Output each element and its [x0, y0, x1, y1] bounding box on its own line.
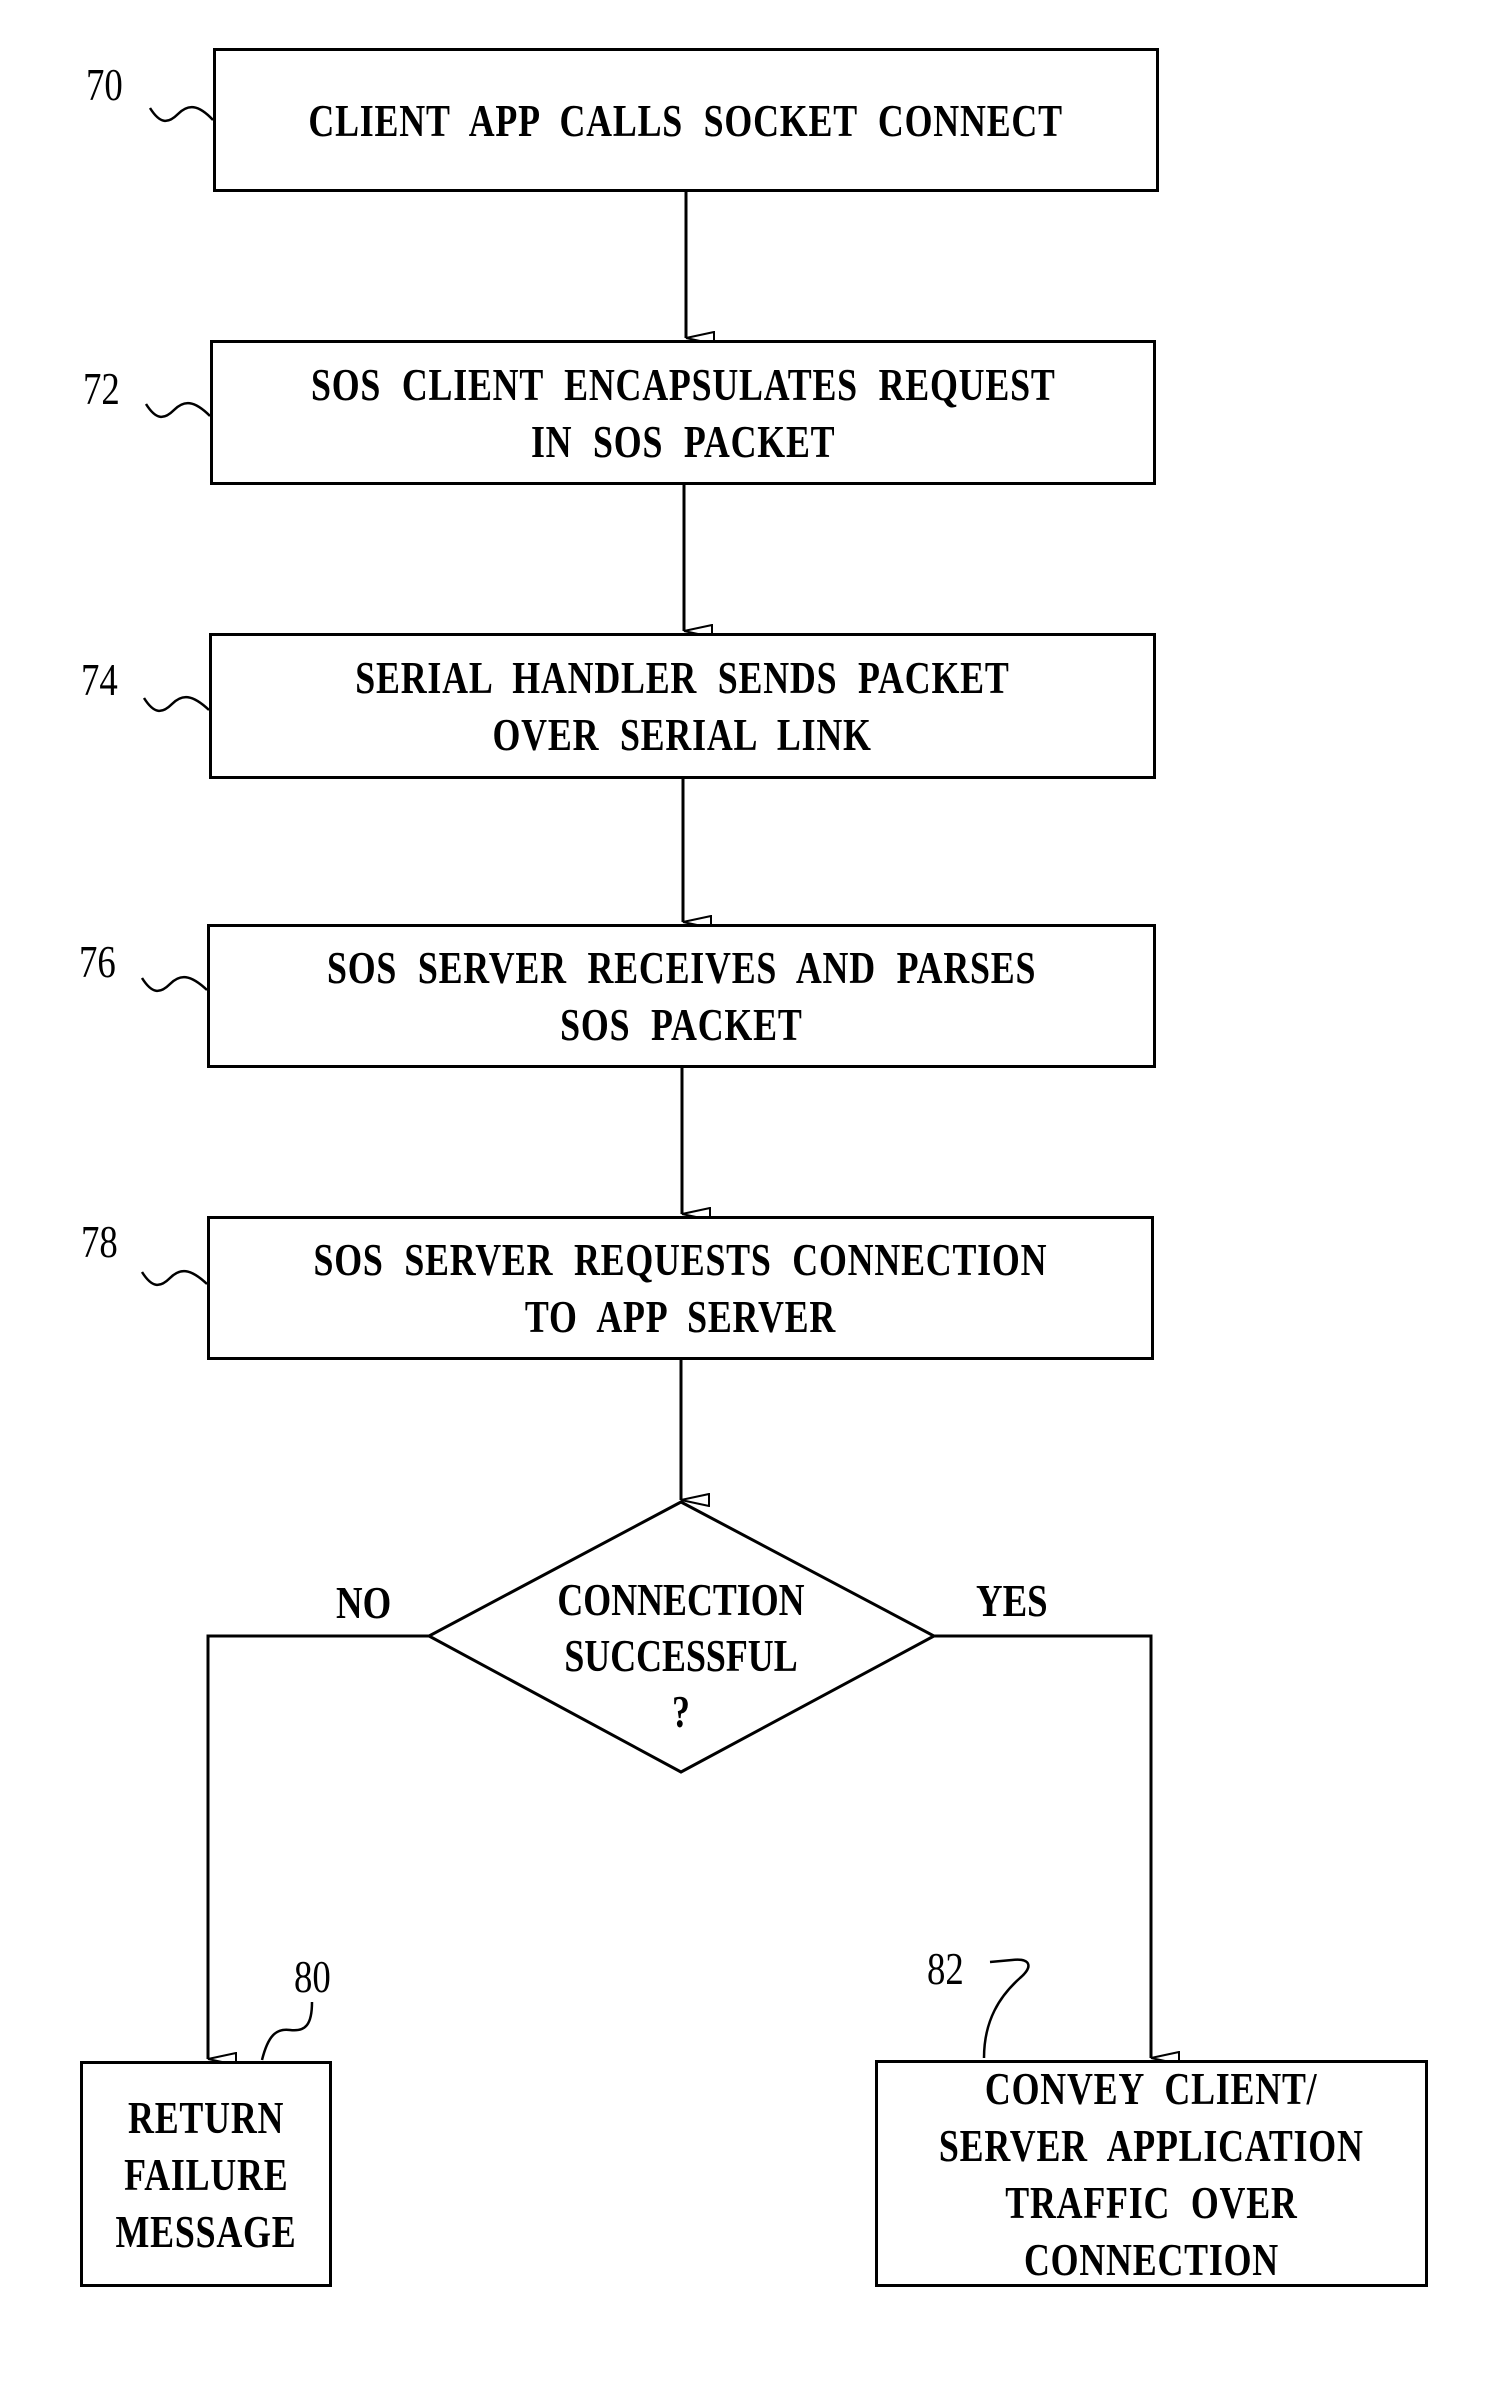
- step-72-text-line2: IN SOS PACKET: [530, 415, 836, 467]
- yes-branch-connector: [934, 1634, 1151, 2058]
- step-76-text-line1: SOS SERVER RECEIVES AND PARSES: [326, 942, 1037, 993]
- leader-80: [260, 2001, 314, 2061]
- leader-78: [140, 1270, 208, 1286]
- ref-78: 78: [81, 1216, 118, 1267]
- step-72-text-line1: SOS CLIENT ENCAPSULATES REQUEST: [310, 358, 1056, 410]
- leader-82: [982, 1958, 1030, 2059]
- step-74-box: SERIAL HANDLER SENDS PACKET OVER SERIAL …: [209, 633, 1156, 779]
- step-72-box: SOS CLIENT ENCAPSULATES REQUEST IN SOS P…: [210, 340, 1156, 485]
- decision-text-line3: ?: [672, 1686, 690, 1737]
- ref-80: 80: [294, 1951, 331, 2002]
- outcome-80-text-line2: FAILURE: [123, 2148, 289, 2200]
- ref-74: 74: [81, 654, 118, 705]
- outcome-82-text-line4: CONNECTION: [1023, 2233, 1280, 2285]
- outcome-82-text-line1: CONVEY CLIENT/: [985, 2062, 1318, 2114]
- step-78-text-line1: SOS SERVER REQUESTS CONNECTION: [313, 1234, 1048, 1285]
- ref-76: 76: [79, 936, 116, 987]
- decision-text-line1: CONNECTION: [557, 1574, 805, 1625]
- step-78-box: SOS SERVER REQUESTS CONNECTION TO APP SE…: [207, 1216, 1154, 1360]
- no-branch-label: NO: [336, 1577, 392, 1628]
- ref-82: 82: [927, 1943, 964, 1994]
- step-70-box: CLIENT APP CALLS SOCKET CONNECT: [213, 48, 1159, 192]
- decision-text: CONNECTION SUCCESSFUL ?: [481, 1572, 881, 1740]
- outcome-82-text-line2: SERVER APPLICATION: [939, 2119, 1364, 2171]
- ref-70: 70: [86, 59, 123, 110]
- step-74-text-line2: OVER SERIAL LINK: [492, 709, 873, 760]
- step-76-text-line2: SOS PACKET: [560, 999, 803, 1050]
- outcome-82-text-line3: TRAFFIC OVER: [1005, 2176, 1298, 2228]
- step-78-text-line2: TO APP SERVER: [524, 1291, 837, 1342]
- leader-72: [144, 402, 211, 418]
- leader-76: [140, 976, 208, 992]
- ref-72: 72: [83, 363, 120, 414]
- yes-branch-label: YES: [976, 1575, 1048, 1626]
- decision-text-line2: SUCCESSFUL: [564, 1630, 798, 1681]
- step-70-text: CLIENT APP CALLS SOCKET CONNECT: [308, 94, 1064, 146]
- outcome-80-text-line3: MESSAGE: [115, 2205, 297, 2257]
- outcome-80-text-line1: RETURN: [127, 2091, 285, 2143]
- outcome-82-box: CONVEY CLIENT/ SERVER APPLICATION TRAFFI…: [875, 2060, 1428, 2287]
- leader-70: [148, 106, 214, 122]
- step-76-box: SOS SERVER RECEIVES AND PARSES SOS PACKE…: [207, 924, 1156, 1068]
- leader-74: [142, 696, 210, 712]
- step-74-text-line1: SERIAL HANDLER SENDS PACKET: [355, 652, 1010, 703]
- outcome-80-box: RETURN FAILURE MESSAGE: [80, 2061, 332, 2287]
